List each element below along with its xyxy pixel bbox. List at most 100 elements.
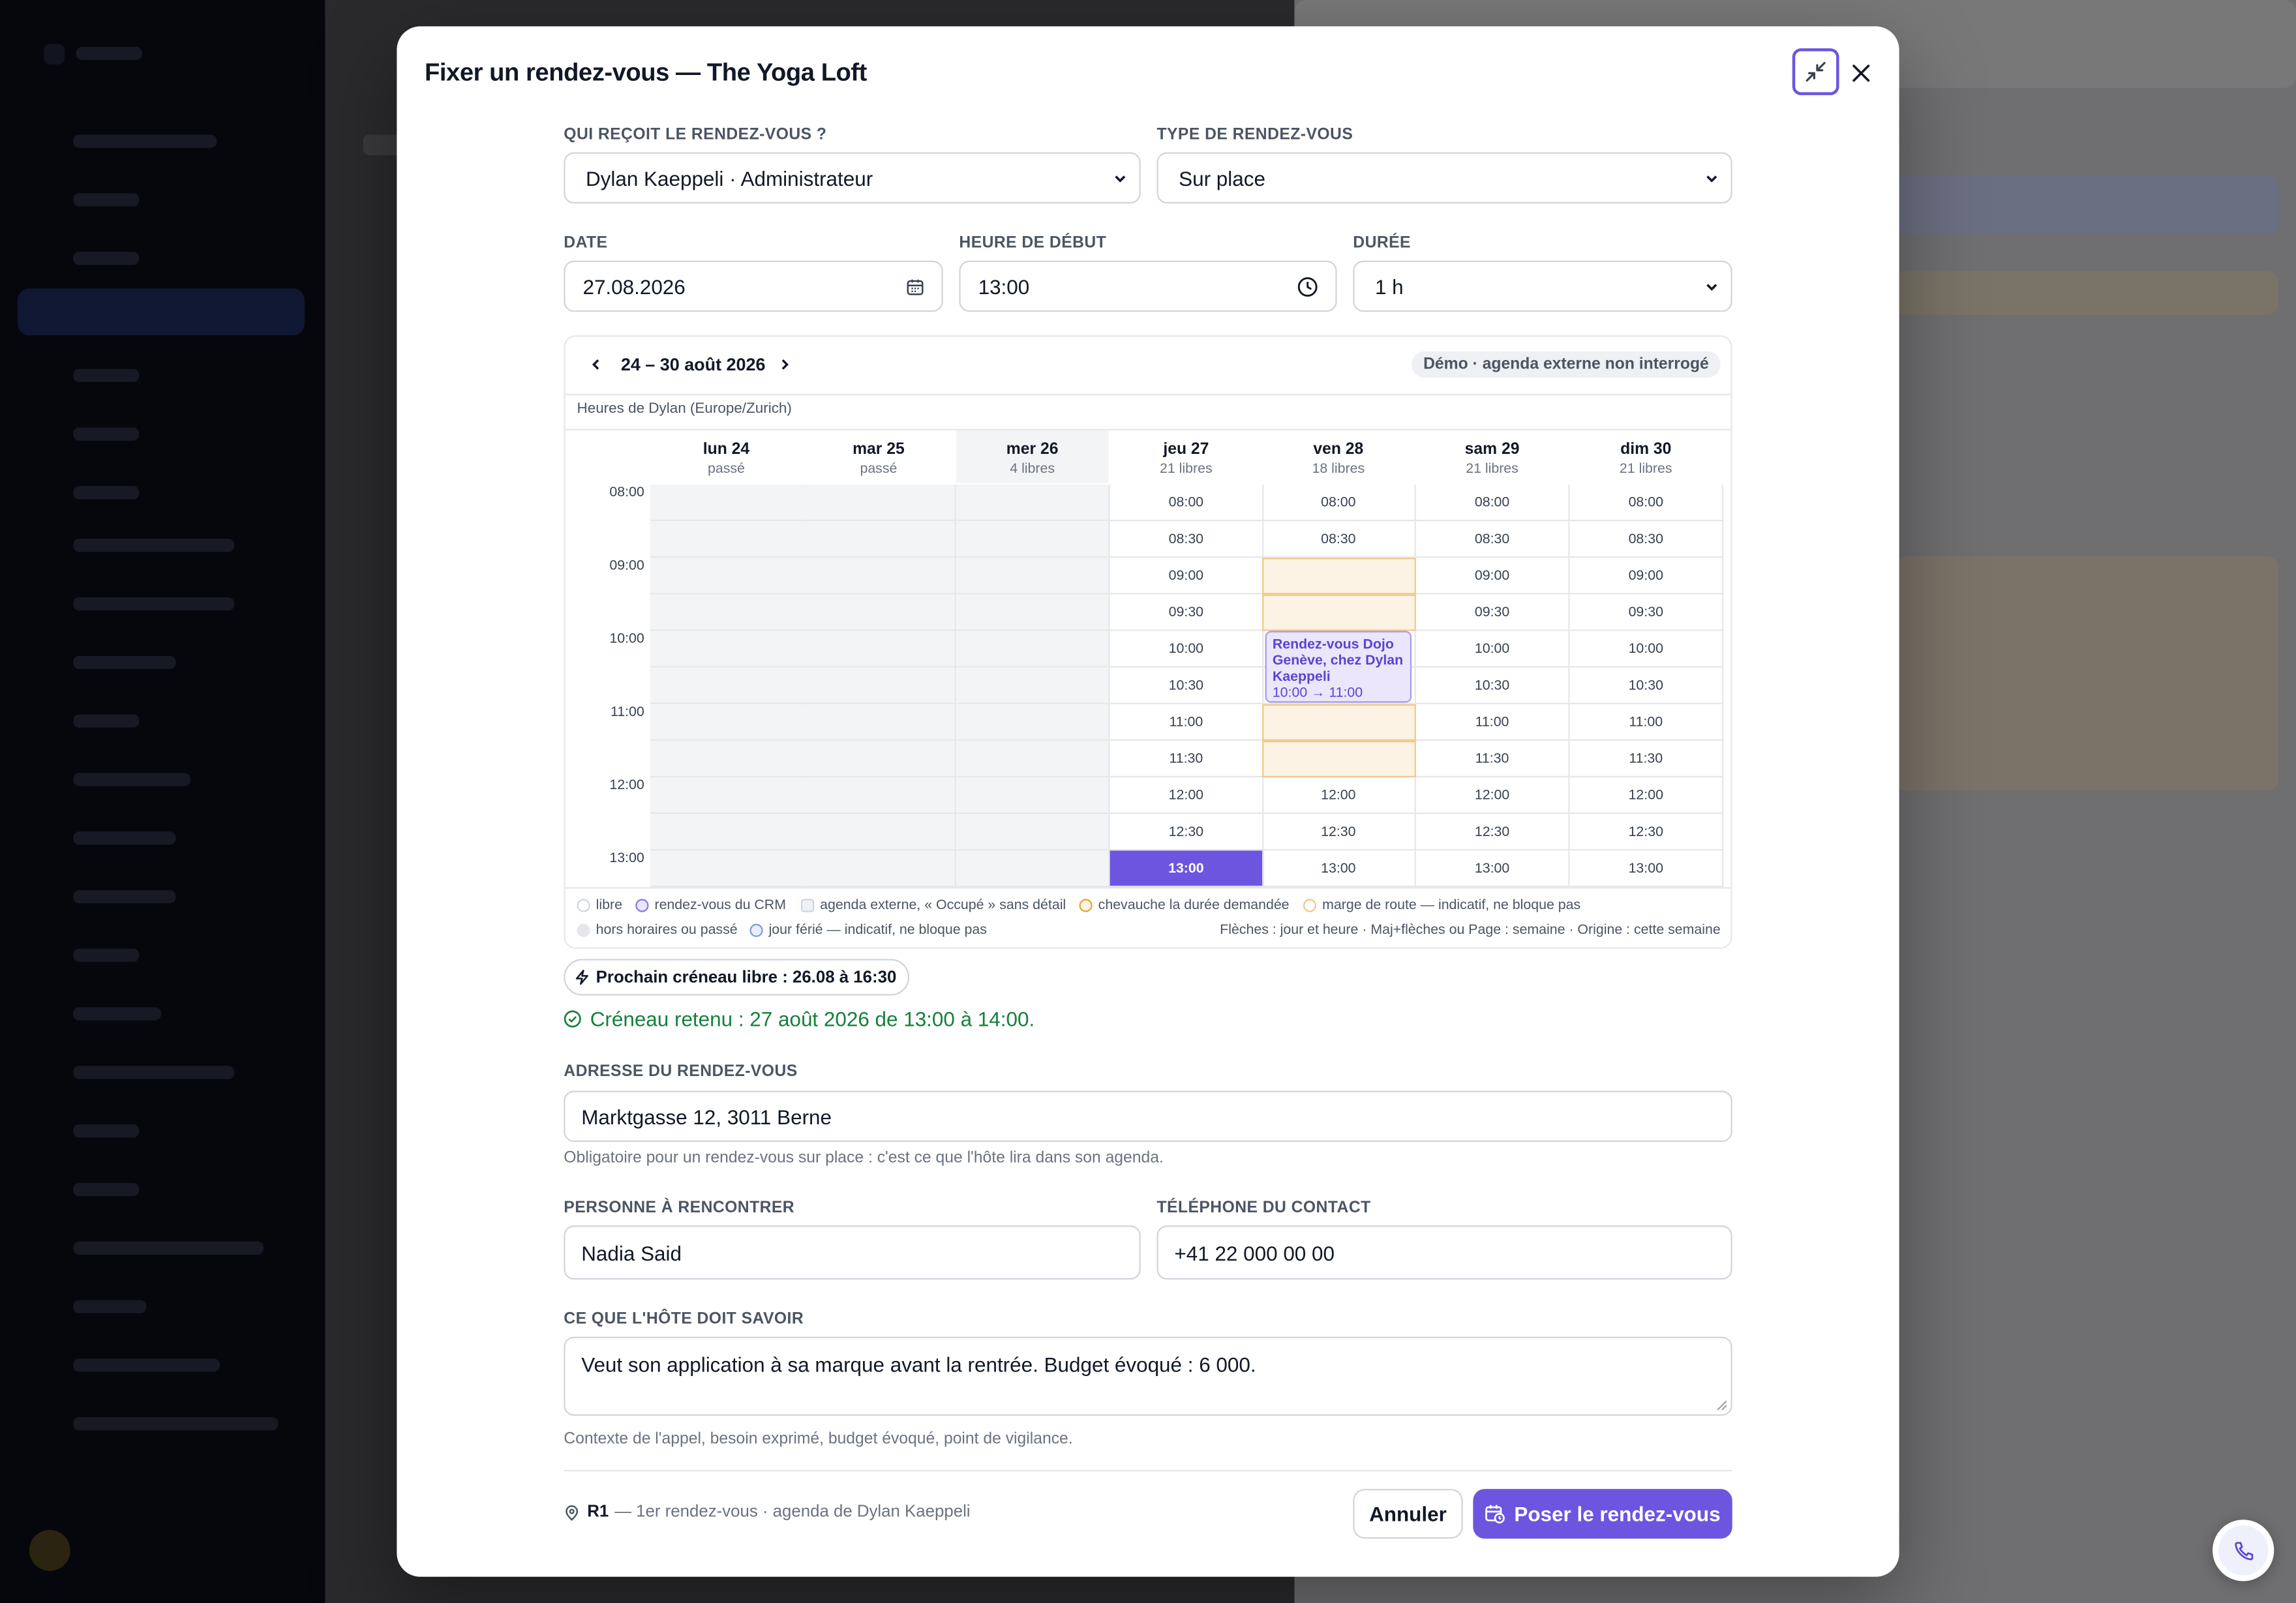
background-line bbox=[73, 597, 235, 611]
day-name: sam 29 bbox=[1464, 440, 1520, 458]
duration-label: DURÉE bbox=[1353, 234, 1411, 252]
time-slot[interactable]: 10:30 bbox=[1110, 667, 1264, 704]
time-slot[interactable]: 12:30 bbox=[1569, 814, 1724, 851]
time-slot[interactable]: 11:30 bbox=[1415, 740, 1570, 778]
time-slot[interactable]: 11:00 bbox=[1569, 704, 1724, 741]
legend-swatch bbox=[800, 899, 815, 912]
legend-text: hors horaires ou passé bbox=[596, 922, 738, 938]
person-label: PERSONNE À RENCONTRER bbox=[564, 1199, 795, 1217]
selected-slot-confirmation: Créneau retenu : 27 août 2026 de 13:00 à… bbox=[564, 1007, 1035, 1030]
time-slot[interactable]: 13:00 bbox=[1262, 850, 1416, 888]
time-slot[interactable]: 08:30 bbox=[1569, 521, 1724, 558]
crm-appointment-event[interactable]: Rendez-vous Dojo Genève, chez Dylan Kaep… bbox=[1265, 631, 1412, 703]
legend-overlap: chevauche la durée demandée bbox=[1079, 897, 1290, 914]
hour-label: 13:00 bbox=[609, 850, 644, 867]
overlap-slot[interactable] bbox=[1262, 704, 1416, 741]
collapse-button[interactable] bbox=[1792, 48, 1839, 95]
submit-appointment-button[interactable]: Poser le rendez-vous bbox=[1473, 1489, 1732, 1539]
duration-select[interactable]: 1 h bbox=[1353, 260, 1732, 312]
lightning-icon bbox=[575, 969, 588, 985]
time-slot[interactable]: 08:00 bbox=[1262, 485, 1416, 522]
time-slot[interactable]: 10:30 bbox=[1569, 667, 1724, 704]
day-header: jeu 27 21 libres bbox=[1110, 430, 1262, 483]
time-slot[interactable]: 11:30 bbox=[1569, 740, 1724, 778]
day-availability: 4 libres bbox=[1010, 461, 1055, 477]
time-slot[interactable]: 13:00 bbox=[1569, 850, 1724, 888]
timezone-note: Heures de Dylan (Europe/Zurich) bbox=[577, 401, 792, 417]
time-slot[interactable]: 11:30 bbox=[1110, 740, 1264, 778]
cancel-button[interactable]: Annuler bbox=[1353, 1489, 1463, 1539]
time-slot[interactable]: 12:30 bbox=[1262, 814, 1416, 851]
time-slot[interactable]: 11:00 bbox=[1415, 704, 1570, 741]
past-slot bbox=[956, 777, 1110, 815]
background-line bbox=[73, 773, 190, 787]
notes-value: Veut son application à sa marque avant l… bbox=[581, 1353, 1256, 1377]
person-input[interactable]: Nadia Said bbox=[564, 1225, 1141, 1280]
time-slot[interactable]: 08:00 bbox=[1569, 485, 1724, 522]
background-line bbox=[73, 655, 176, 669]
past-slot bbox=[956, 850, 1110, 888]
resize-handle-icon[interactable] bbox=[1716, 1400, 1728, 1411]
notes-textarea[interactable]: Veut son application à sa marque avant l… bbox=[564, 1336, 1732, 1416]
type-select[interactable]: Sur place bbox=[1156, 152, 1732, 204]
day-name: mer 26 bbox=[1006, 440, 1059, 458]
past-slot bbox=[956, 594, 1110, 631]
date-input[interactable]: 27.08.2026 bbox=[564, 260, 943, 312]
next-free-slot-button[interactable]: Prochain créneau libre : 26.08 à 16:30 bbox=[564, 959, 910, 996]
time-slot[interactable]: 08:30 bbox=[1262, 521, 1416, 558]
time-slot[interactable]: 10:30 bbox=[1415, 667, 1570, 704]
past-slot bbox=[650, 485, 804, 522]
chevron-right-icon[interactable] bbox=[778, 357, 792, 372]
overlap-slot[interactable] bbox=[1262, 740, 1416, 778]
time-slot[interactable]: 09:30 bbox=[1415, 594, 1570, 631]
time-slot[interactable]: 10:00 bbox=[1415, 631, 1570, 668]
phone-call-button[interactable] bbox=[2213, 1520, 2274, 1581]
start-time-input[interactable]: 13:00 bbox=[959, 260, 1337, 312]
past-slot bbox=[650, 521, 804, 558]
past-slot bbox=[650, 740, 804, 778]
time-slot[interactable]: 08:30 bbox=[1415, 521, 1570, 558]
day-name: jeu 27 bbox=[1163, 440, 1209, 458]
overlap-slot[interactable] bbox=[1262, 594, 1416, 631]
time-slot[interactable]: 12:00 bbox=[1415, 777, 1570, 815]
time-slot[interactable]: 09:00 bbox=[1415, 558, 1570, 595]
background-line bbox=[73, 252, 140, 265]
time-slot[interactable]: 12:30 bbox=[1110, 814, 1264, 851]
time-slot[interactable]: 09:00 bbox=[1110, 558, 1264, 595]
address-help: Obligatoire pour un rendez-vous sur plac… bbox=[564, 1149, 1164, 1167]
time-slot[interactable]: 12:00 bbox=[1569, 777, 1724, 815]
time-slot[interactable]: 12:00 bbox=[1110, 777, 1264, 815]
background-line bbox=[73, 539, 235, 552]
address-input[interactable]: Marktgasse 12, 3011 Berne bbox=[564, 1090, 1732, 1143]
time-slot[interactable]: 12:30 bbox=[1415, 814, 1570, 851]
background-line bbox=[73, 948, 140, 962]
time-slot[interactable]: 10:00 bbox=[1110, 631, 1264, 668]
time-slot[interactable]: 12:00 bbox=[1262, 777, 1416, 815]
past-slot bbox=[650, 850, 804, 888]
phone-label: TÉLÉPHONE DU CONTACT bbox=[1156, 1199, 1371, 1217]
chevron-left-icon[interactable] bbox=[588, 357, 603, 372]
time-slot[interactable]: 09:00 bbox=[1569, 558, 1724, 595]
duration-value: 1 h bbox=[1374, 274, 1404, 298]
background-line bbox=[73, 193, 140, 207]
time-slot[interactable]: 10:00 bbox=[1569, 631, 1724, 668]
time-slot[interactable]: 09:30 bbox=[1110, 594, 1264, 631]
close-icon bbox=[1852, 65, 1870, 82]
phone-input[interactable]: +41 22 000 00 00 bbox=[1156, 1225, 1732, 1280]
time-slot[interactable]: 08:00 bbox=[1415, 485, 1570, 522]
background-line bbox=[73, 1066, 235, 1079]
type-value: Sur place bbox=[1179, 166, 1265, 190]
day-header: sam 29 21 libres bbox=[1416, 430, 1568, 483]
close-button[interactable] bbox=[1847, 59, 1876, 88]
past-slot bbox=[650, 777, 804, 815]
time-slot[interactable]: 08:00 bbox=[1110, 485, 1264, 522]
time-slot[interactable]: 08:30 bbox=[1110, 521, 1264, 558]
selected-slot[interactable]: 13:00 bbox=[1110, 850, 1264, 888]
legend-swatch bbox=[635, 899, 649, 912]
background-line bbox=[73, 714, 140, 728]
time-slot[interactable]: 09:30 bbox=[1569, 594, 1724, 631]
time-slot[interactable]: 11:00 bbox=[1110, 704, 1264, 741]
recipient-select[interactable]: Dylan Kaeppeli · Administrateur bbox=[564, 152, 1141, 204]
overlap-slot[interactable] bbox=[1262, 558, 1416, 595]
time-slot[interactable]: 13:00 bbox=[1415, 850, 1570, 888]
